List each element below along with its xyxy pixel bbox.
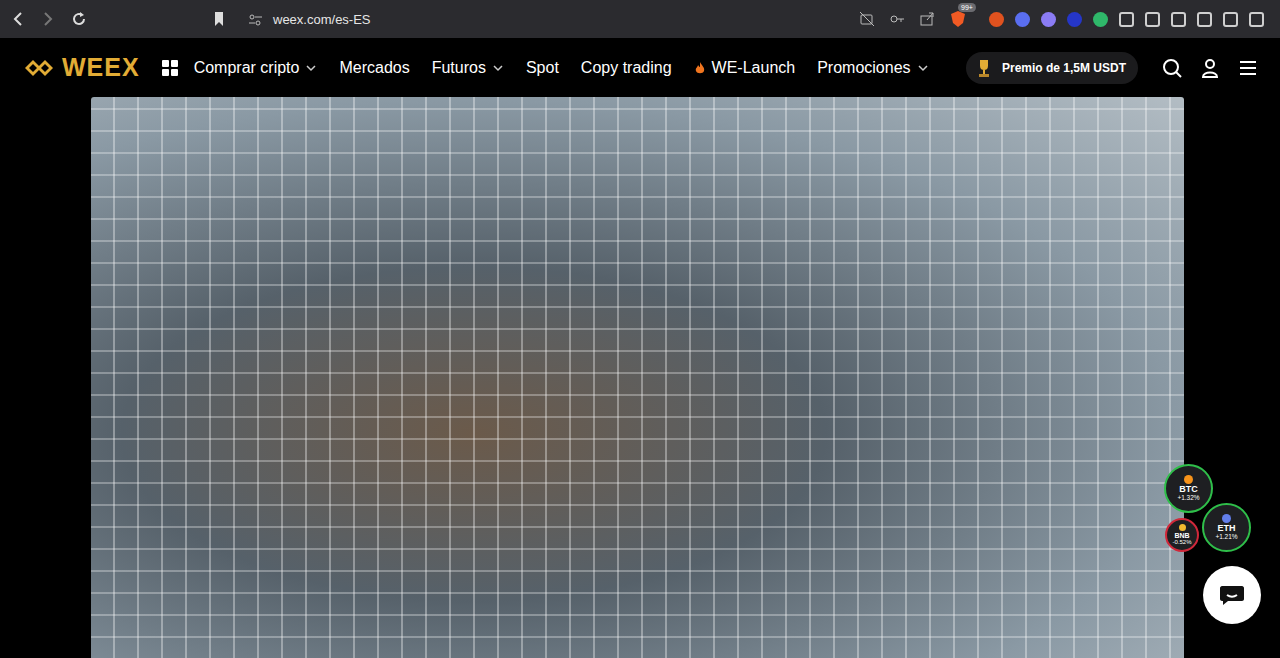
site-settings-icon[interactable] [248, 12, 263, 27]
extension-icon[interactable] [1145, 12, 1160, 27]
address-actions: 99+ [859, 10, 967, 28]
key-icon[interactable] [889, 11, 905, 27]
chat-icon[interactable] [1218, 582, 1246, 608]
coin-icon [1179, 524, 1186, 531]
browser-nav-buttons [10, 10, 88, 28]
share-icon[interactable] [919, 11, 935, 27]
brave-shield[interactable]: 99+ [949, 10, 967, 28]
extension-icon[interactable] [989, 12, 1004, 27]
camera-off-icon[interactable] [859, 11, 875, 27]
search-icon[interactable] [1162, 58, 1182, 78]
chat-button[interactable] [1203, 566, 1261, 624]
shield-badge: 99+ [958, 3, 976, 12]
menu-icon[interactable] [1238, 58, 1258, 78]
menu-item[interactable]: Spot [526, 59, 559, 77]
menu-label[interactable]: Promociones [817, 59, 910, 77]
extension-icon[interactable] [1119, 12, 1134, 27]
prize-banner[interactable]: Premio de 1,5M USDT [966, 52, 1138, 84]
site-header: WEEX Comprar cripto Mercados Futuros Spot Cop… [0, 38, 1280, 97]
extension-icon[interactable] [1223, 12, 1238, 27]
weex-logo[interactable]: WEEX [22, 53, 140, 82]
coin-symbol: ETH [1218, 524, 1236, 533]
coin-symbol: BTC [1179, 485, 1198, 494]
back-icon[interactable] [10, 10, 26, 28]
extension-icon[interactable] [1197, 12, 1212, 27]
chevron-down-icon[interactable] [492, 62, 504, 74]
menu-item[interactable]: WE-Launch [694, 59, 796, 77]
extension-icon[interactable] [1041, 12, 1056, 27]
coin-icon [1184, 475, 1193, 484]
coin-change: -0.52% [1172, 539, 1191, 546]
chevron-down-icon[interactable] [305, 62, 317, 74]
coin-ticker[interactable]: ETH+1.21% [1202, 503, 1251, 552]
menu-item[interactable]: Mercados [339, 59, 409, 77]
extension-icon[interactable] [1015, 12, 1030, 27]
menu-item[interactable]: Futuros [432, 59, 504, 77]
extension-icon[interactable] [1093, 12, 1108, 27]
lion-icon [949, 10, 967, 28]
extensions [989, 12, 1270, 27]
coin-icon [1222, 514, 1231, 523]
menu-item[interactable]: Promociones [817, 59, 928, 77]
hero-video[interactable] [91, 97, 1184, 658]
forward-icon[interactable] [40, 10, 56, 28]
extension-icon[interactable] [1171, 12, 1186, 27]
bookmark-icon[interactable] [212, 10, 226, 28]
header-actions [1162, 58, 1258, 78]
reload-icon[interactable] [70, 10, 88, 28]
browser-toolbar: weex.com/es-ES 99+ [0, 0, 1280, 38]
menu-label[interactable]: Copy trading [581, 59, 672, 77]
menu-item[interactable]: Copy trading [581, 59, 672, 77]
menu-label[interactable]: Comprar cripto [194, 59, 300, 77]
coin-ticker[interactable]: BNB-0.52% [1165, 518, 1199, 552]
chevron-down-icon[interactable] [917, 62, 929, 74]
extension-icon[interactable] [1249, 12, 1264, 27]
main-menu: Comprar cripto Mercados Futuros Spot Copy tr… [194, 59, 966, 77]
menu-item[interactable]: Comprar cripto [194, 59, 318, 77]
trophy-icon [974, 58, 994, 78]
fire-icon [694, 61, 706, 75]
menu-label[interactable]: Spot [526, 59, 559, 77]
coin-change: +1.32% [1177, 494, 1199, 501]
apps-grid-icon[interactable] [162, 60, 178, 76]
user-icon[interactable] [1200, 58, 1220, 78]
menu-label[interactable]: Mercados [339, 59, 409, 77]
url-text[interactable]: weex.com/es-ES [273, 12, 849, 27]
hero-section [0, 97, 1280, 658]
menu-label[interactable]: Futuros [432, 59, 486, 77]
address-bar[interactable]: weex.com/es-ES 99+ [238, 4, 977, 34]
extension-icon[interactable] [1067, 12, 1082, 27]
logo-text[interactable]: WEEX [62, 53, 140, 82]
menu-label[interactable]: WE-Launch [712, 59, 796, 77]
coin-symbol: BNB [1174, 532, 1189, 539]
prize-text[interactable]: Premio de 1,5M USDT [1002, 61, 1126, 75]
weex-logo-icon [22, 57, 56, 79]
coin-change: +1.21% [1215, 533, 1237, 540]
coin-ticker[interactable]: BTC+1.32% [1164, 464, 1213, 513]
